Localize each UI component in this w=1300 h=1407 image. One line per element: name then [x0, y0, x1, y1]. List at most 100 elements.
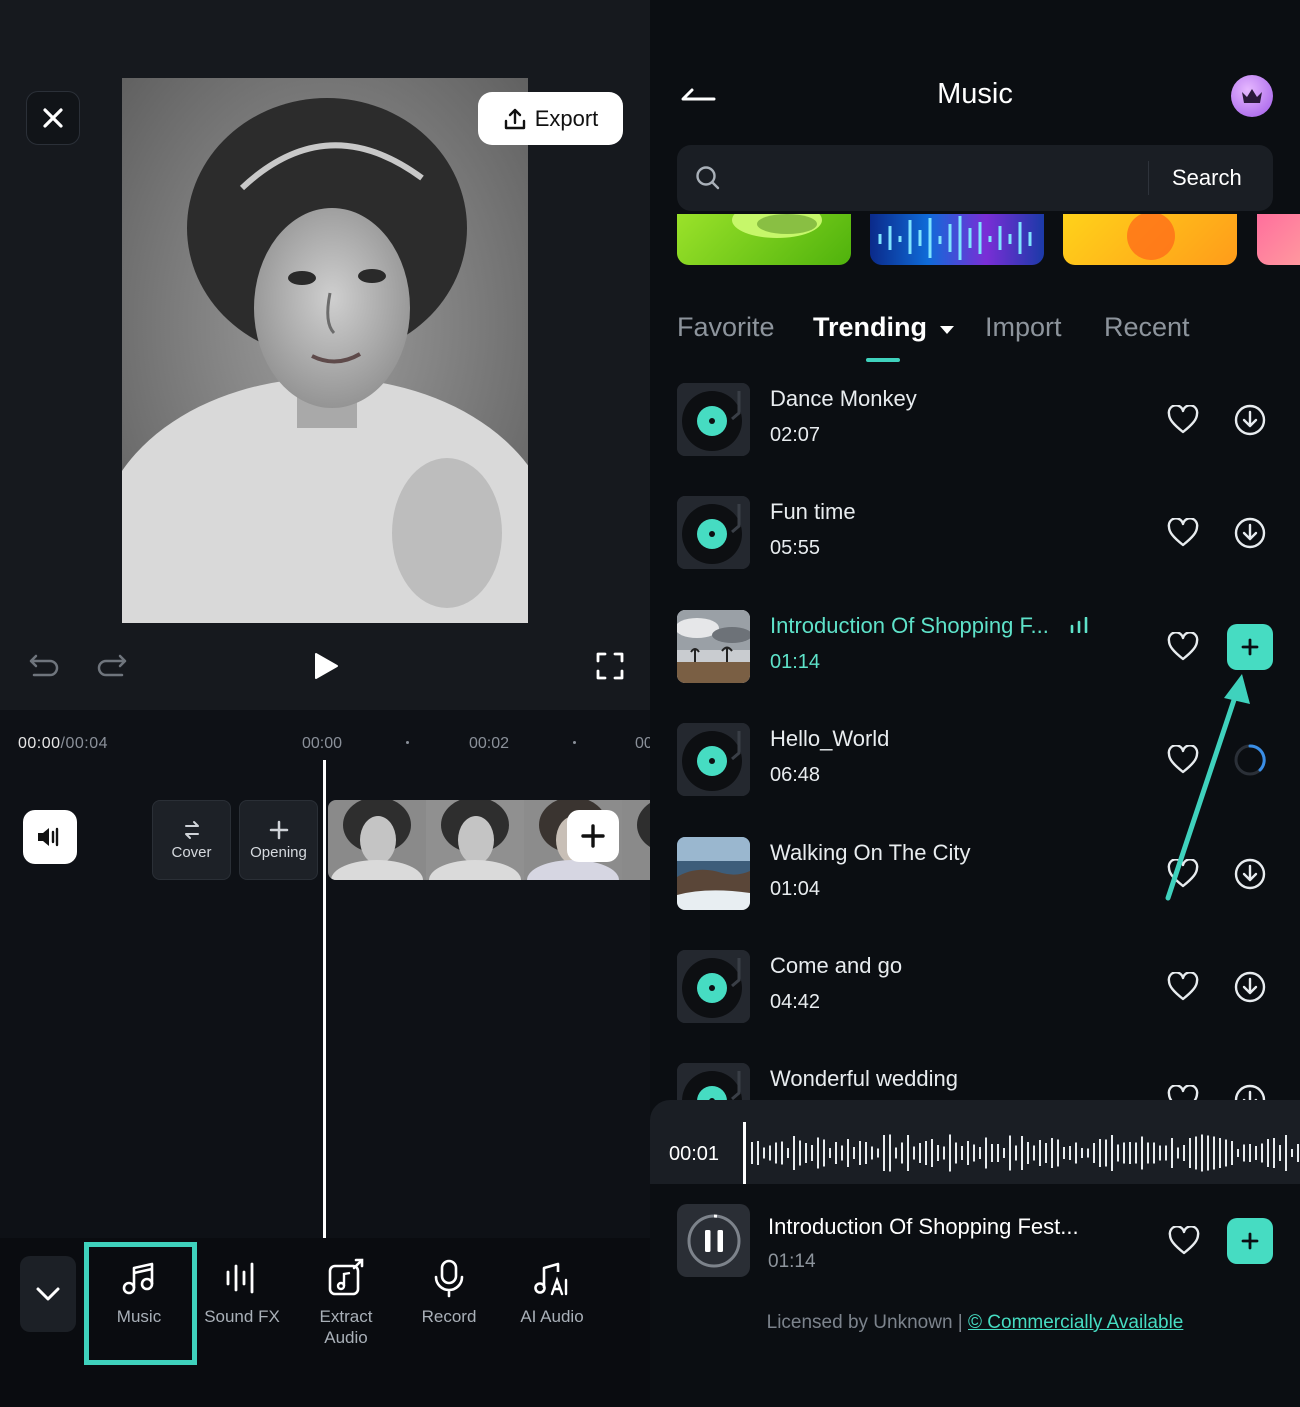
track-row[interactable]: Hello_World 06:48: [677, 723, 1277, 797]
tab-recent[interactable]: Recent: [1104, 312, 1190, 343]
banner-item[interactable]: [677, 214, 851, 265]
upload-icon: [504, 108, 525, 129]
playhead[interactable]: [323, 760, 326, 1240]
track-row[interactable]: Dance Monkey 02:07: [677, 383, 1277, 457]
bottom-toolbar: Music Sound FX Extract Audio Record AI A…: [0, 1238, 650, 1407]
waveform-bar: [1015, 1145, 1017, 1161]
waveform-bar: [787, 1148, 789, 1158]
fullscreen-button[interactable]: [592, 648, 628, 684]
waveform-bar: [1087, 1148, 1089, 1158]
waveform-bar: [1111, 1135, 1113, 1171]
waveform-row: 00:01: [650, 1100, 1300, 1184]
track-row[interactable]: Come and go 04:42: [677, 950, 1277, 1024]
banner-item[interactable]: [1257, 214, 1300, 265]
tool-sound-fx[interactable]: Sound FX: [192, 1258, 292, 1327]
export-button[interactable]: Export: [478, 92, 623, 145]
download-icon[interactable]: [1233, 516, 1267, 550]
play-button[interactable]: [308, 648, 344, 684]
tab-import[interactable]: Import: [985, 312, 1062, 343]
timeline[interactable]: 00:00/00:04 00:00 00:02 00:0 Cover Openi…: [0, 710, 650, 1240]
waveform-bar: [1003, 1148, 1005, 1158]
tool-record[interactable]: Record: [399, 1258, 499, 1327]
music-player: 00:01 Introduction Of Shopping Fest... 0…: [650, 1100, 1300, 1407]
tab-favorite[interactable]: Favorite: [677, 312, 775, 343]
music-panel: Music Search Favorite Trending Import Re…: [650, 0, 1300, 1407]
waveform-bar: [1057, 1139, 1059, 1167]
search-button[interactable]: Search: [1172, 165, 1242, 191]
pause-button[interactable]: [677, 1204, 750, 1277]
add-clip-button[interactable]: [567, 810, 619, 862]
track-duration: 01:04: [770, 878, 821, 900]
banner-item[interactable]: [870, 214, 1044, 265]
waveform-bar: [1267, 1139, 1269, 1167]
heart-icon[interactable]: [1167, 405, 1199, 435]
extract-audio-icon: [328, 1258, 364, 1296]
mute-audio-button[interactable]: [23, 810, 77, 864]
player-current-time: 00:01: [669, 1143, 720, 1165]
track-duration: 06:48: [770, 764, 821, 786]
waveform-bar: [1225, 1139, 1227, 1167]
license-link[interactable]: © Commercially Available: [968, 1312, 1183, 1333]
redo-button[interactable]: [94, 650, 130, 682]
waveform-bar: [835, 1142, 837, 1164]
heart-icon[interactable]: [1167, 745, 1199, 775]
cover-button[interactable]: Cover: [152, 800, 231, 880]
tool-record-label: Record: [421, 1307, 477, 1326]
coast-image: [677, 837, 750, 910]
heart-icon[interactable]: [1168, 1226, 1200, 1256]
ruler-tick: 00:00: [302, 735, 343, 752]
waveform-bar: [1069, 1146, 1071, 1160]
premium-button[interactable]: [1231, 75, 1273, 117]
waveform-bar: [805, 1143, 807, 1163]
waveform-bar: [1081, 1148, 1083, 1158]
waveform-bar: [925, 1141, 927, 1165]
waveform-bar: [1261, 1143, 1263, 1163]
waveform-bar: [859, 1141, 861, 1165]
microphone-icon: [434, 1259, 464, 1298]
now-playing: Introduction Of Shopping Fest... 01:14: [677, 1204, 1273, 1278]
tool-ai-audio[interactable]: AI Audio: [502, 1258, 602, 1327]
search-bar[interactable]: Search: [677, 145, 1273, 211]
vinyl-icon: [677, 950, 750, 1023]
track-row[interactable]: Walking On The City 01:04: [677, 837, 1277, 911]
undo-button[interactable]: [26, 650, 62, 682]
heart-icon[interactable]: [1167, 972, 1199, 1002]
tab-trending[interactable]: Trending: [813, 312, 955, 343]
video-preview[interactable]: [122, 78, 528, 623]
waveform-bar: [1117, 1144, 1119, 1162]
banner-item[interactable]: [1063, 214, 1237, 265]
vinyl-thumbnail: [677, 496, 750, 569]
ai-audio-icon: [534, 1262, 568, 1296]
waveform-bar: [1027, 1142, 1029, 1164]
download-icon[interactable]: [1233, 857, 1267, 891]
opening-button[interactable]: Opening: [239, 800, 318, 880]
heart-icon[interactable]: [1167, 632, 1199, 662]
waveform-scrubber[interactable]: [743, 1122, 1300, 1184]
add-to-timeline-button[interactable]: [1227, 624, 1273, 670]
plus-icon: [1241, 1232, 1259, 1250]
heart-icon[interactable]: [1167, 859, 1199, 889]
waveform-bar: [1045, 1143, 1047, 1163]
vinyl-icon: [677, 383, 750, 456]
vinyl-thumbnail: [677, 383, 750, 456]
waveform-bar: [1051, 1138, 1053, 1168]
current-time: 00:00: [18, 735, 61, 752]
waveform-bar: [1039, 1140, 1041, 1166]
close-button[interactable]: [26, 91, 80, 145]
track-row[interactable]: Fun time 05:55: [677, 496, 1277, 570]
waveform-bar: [1063, 1147, 1065, 1159]
vinyl-thumbnail: [677, 950, 750, 1023]
clip-frame: [426, 800, 524, 880]
track-thumbnail: [677, 610, 750, 683]
waveform-bar: [1207, 1135, 1209, 1171]
download-icon[interactable]: [1233, 403, 1267, 437]
waveform-bar: [775, 1142, 777, 1164]
collapse-toolbar-button[interactable]: [20, 1256, 76, 1332]
download-icon[interactable]: [1233, 970, 1267, 1004]
tool-extract-audio[interactable]: Extract Audio: [296, 1258, 396, 1348]
track-row-selected[interactable]: Introduction Of Shopping F... 01:14: [677, 610, 1277, 684]
add-to-timeline-button[interactable]: [1227, 1218, 1273, 1264]
heart-icon[interactable]: [1167, 518, 1199, 548]
waveform-bar: [829, 1148, 831, 1158]
vinyl-thumbnail: [677, 723, 750, 796]
